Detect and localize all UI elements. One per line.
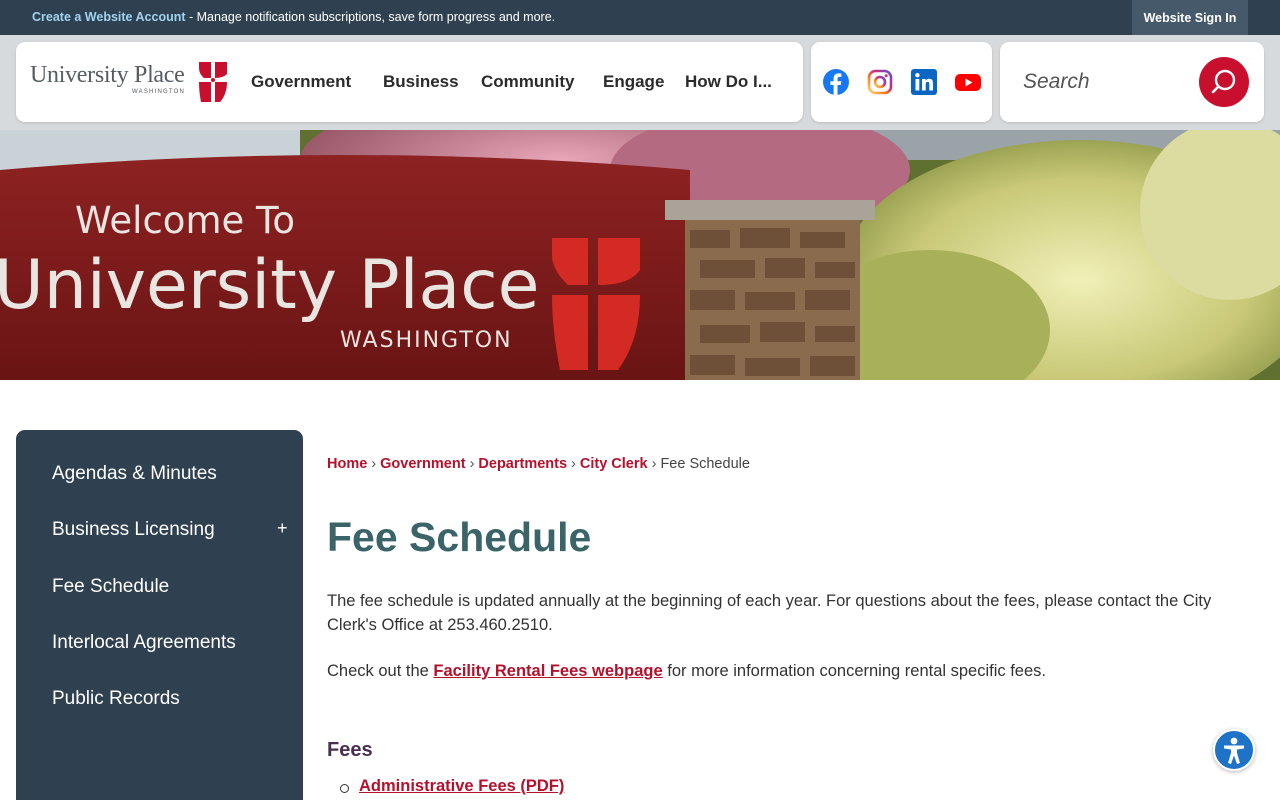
sidebar-item-public-records[interactable]: Public Records	[52, 688, 180, 710]
nav-government[interactable]: Government	[251, 72, 351, 92]
page-title: Fee Schedule	[327, 514, 592, 560]
site-logo[interactable]: University Place WASHINGTON	[30, 60, 230, 106]
expand-business-licensing-button[interactable]: +	[277, 518, 288, 539]
breadcrumb-separator: ›	[469, 456, 475, 472]
breadcrumb-separator: ›	[651, 456, 657, 472]
breadcrumb-separator: ›	[571, 456, 576, 472]
logo-subtitle: WASHINGTON	[132, 89, 186, 95]
banner-line-2: University Place	[0, 246, 539, 325]
facility-rental-fees-link[interactable]: Facility Rental Fees webpage	[433, 662, 662, 680]
fees-heading: Fees	[327, 739, 373, 761]
search-icon	[1211, 69, 1236, 94]
breadcrumb-city-clerk[interactable]: City Clerk	[580, 456, 648, 472]
search-input[interactable]: Search	[1023, 70, 1090, 94]
top-utility-bar: Create a Website Account - Manage notifi…	[0, 0, 1280, 35]
administrative-fees-pdf-link[interactable]: Administrative Fees (PDF)	[359, 777, 564, 796]
rental-fees-paragraph: Check out the Facility Rental Fees webpa…	[327, 659, 1247, 683]
banner-line-3: WASHINGTON	[340, 328, 513, 353]
youtube-icon[interactable]	[955, 69, 981, 95]
sidebar-nav	[16, 430, 303, 800]
account-notice: Create a Website Account - Manage notifi…	[32, 10, 555, 24]
search-button[interactable]	[1199, 57, 1249, 107]
list-bullet	[340, 784, 349, 793]
facebook-icon[interactable]	[823, 69, 849, 95]
website-sign-in-button[interactable]: Website Sign In	[1132, 0, 1248, 35]
nav-how-do-i[interactable]: How Do I...	[685, 72, 772, 92]
breadcrumb-home[interactable]: Home	[327, 456, 367, 472]
intro-paragraph: The fee schedule is updated annually at …	[327, 592, 1212, 634]
sidebar-item-interlocal-agreements[interactable]: Interlocal Agreements	[52, 632, 236, 654]
flower-logo-icon	[199, 62, 227, 102]
rental-prefix: Check out the	[327, 662, 434, 680]
create-account-link[interactable]: Create a Website Account	[32, 10, 186, 24]
accessibility-icon	[1224, 737, 1244, 764]
logo-wordmark: University Place	[30, 62, 185, 88]
hero-banner: Welcome To University Place WASHINGTON	[0, 130, 1280, 380]
breadcrumb: Home › Government › Departments › City Clerk › F…	[327, 456, 750, 472]
welcome-sign-image: Welcome To University Place WASHINGTON	[0, 130, 1280, 380]
linkedin-icon[interactable]	[911, 69, 937, 95]
breadcrumb-departments[interactable]: Departments	[478, 456, 567, 472]
breadcrumb-current: Fee Schedule	[660, 456, 750, 472]
instagram-icon[interactable]	[867, 69, 893, 95]
account-description: - Manage notification subscriptions, sav…	[185, 10, 556, 24]
sidebar-item-agendas-minutes[interactable]: Agendas & Minutes	[52, 463, 217, 485]
rental-suffix: for more information concerning rental s…	[662, 662, 1046, 680]
breadcrumb-separator: ›	[371, 456, 377, 472]
banner-line-1: Welcome To	[75, 199, 295, 242]
breadcrumb-government[interactable]: Government	[380, 456, 465, 472]
sidebar-item-fee-schedule[interactable]: Fee Schedule	[52, 576, 169, 598]
nav-engage[interactable]: Engage	[603, 72, 664, 92]
nav-business[interactable]: Business	[383, 72, 459, 92]
sidebar-item-business-licensing[interactable]: Business Licensing	[52, 519, 215, 541]
nav-community[interactable]: Community	[481, 72, 575, 92]
accessibility-button[interactable]	[1213, 729, 1255, 771]
